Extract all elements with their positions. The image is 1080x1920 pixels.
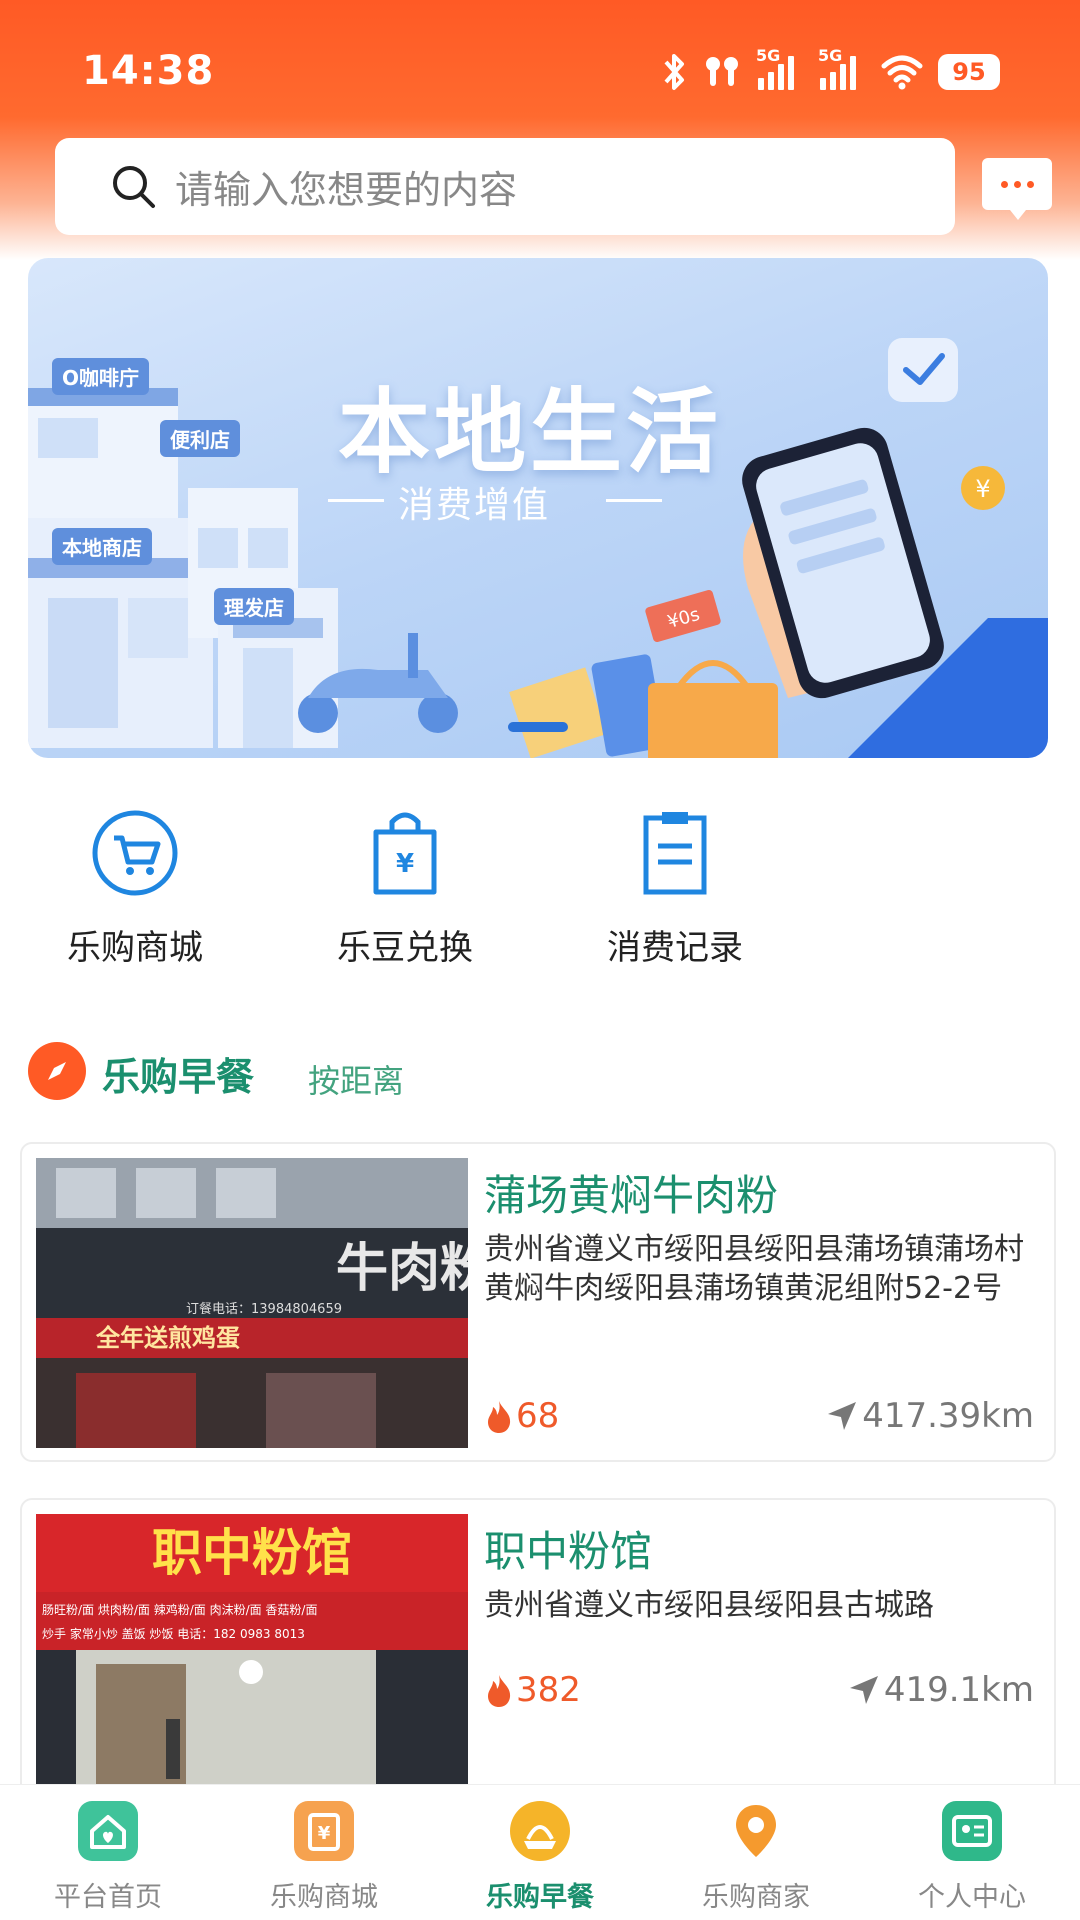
navigation-arrow-icon <box>849 1676 878 1704</box>
search-icon <box>113 165 155 208</box>
banner-shop-tag: 便利店 <box>160 420 240 457</box>
shop-distance: 419.1km <box>848 1670 1034 1710</box>
shop-popularity: 382 <box>484 1670 581 1710</box>
status-bar: 14:38 5G 5G 95 <box>0 0 1080 140</box>
section-title: 乐购早餐 <box>102 1055 255 1099</box>
shop-card[interactable]: 职中粉馆 肠旺粉/面 烘肉粉/面 辣鸡粉/面 肉沫粉/面 香菇粉/面 炒手 家常… <box>20 1498 1056 1828</box>
shop-photo: 牛肉粉 订餐电话：13984804659 全年送煎鸡蛋 <box>36 1158 468 1448</box>
shopping-bag-yen-icon: ¥ <box>373 812 437 895</box>
banner-shop-tag: 本地商店 <box>52 528 152 565</box>
quick-label: 乐豆兑换 <box>337 928 473 968</box>
quick-item-mall[interactable]: 乐购商城 <box>10 808 250 968</box>
compass-icon <box>28 1042 86 1100</box>
status-icons: 5G 5G 95 <box>660 46 1000 96</box>
message-dots-icon <box>1000 180 1008 188</box>
battery-indicator: 95 <box>938 54 1000 90</box>
photo-phone-text: 订餐电话：13984804659 <box>186 1301 342 1317</box>
shop-name: 职中粉馆 <box>484 1527 653 1576</box>
message-bubble-tail <box>1010 210 1026 220</box>
sim1-network-label: 5G <box>756 46 781 65</box>
banner-page-indicator[interactable] <box>508 722 568 732</box>
message-button[interactable] <box>982 158 1052 220</box>
earbuds-icon <box>706 57 738 86</box>
shop-popularity: 68 <box>484 1396 559 1436</box>
message-dot <box>1013 180 1021 188</box>
wifi-icon <box>881 55 923 90</box>
nav-label: 乐购商城 <box>270 1882 378 1913</box>
location-pin-icon <box>726 1801 786 1861</box>
svg-text:¥: ¥ <box>318 1823 331 1844</box>
banner-shop-tag: 理发店 <box>214 588 294 625</box>
photo-banner-text: 全年送煎鸡蛋 <box>95 1324 240 1352</box>
search-input[interactable]: 请输入您想要的内容 <box>55 138 955 235</box>
quick-item-bean-exchange[interactable]: ¥ 乐豆兑换 <box>280 808 520 968</box>
nav-item-home[interactable]: 平台首页 <box>0 1785 216 1920</box>
home-icon <box>78 1801 138 1861</box>
quick-label: 乐购商城 <box>67 928 203 968</box>
shop-distance-value: 417.39km <box>862 1396 1034 1436</box>
breakfast-icon <box>510 1801 570 1861</box>
bottom-nav: 平台首页 ¥ 乐购商城 乐购早餐 乐购商家 个人中心 <box>0 1784 1080 1920</box>
nav-item-profile[interactable]: 个人中心 <box>864 1785 1080 1920</box>
nav-item-merchants[interactable]: 乐购商家 <box>648 1785 864 1920</box>
shop-photo: 职中粉馆 肠旺粉/面 烘肉粉/面 辣鸡粉/面 肉沫粉/面 香菇粉/面 炒手 家常… <box>36 1514 468 1804</box>
photo-sign-text: 职中粉馆 <box>152 1524 352 1582</box>
banner-sub-divider-left <box>328 499 384 502</box>
cart-icon <box>92 810 178 896</box>
navigation-arrow-icon <box>828 1402 857 1430</box>
status-time: 14:38 <box>82 48 215 94</box>
shop-hot-count: 68 <box>516 1396 560 1436</box>
banner-title: 本地生活 <box>338 379 723 486</box>
nav-label: 个人中心 <box>918 1882 1026 1913</box>
photo-sign-text: 牛肉粉 <box>336 1239 468 1299</box>
search-placeholder: 请输入您想要的内容 <box>175 168 518 212</box>
fire-icon <box>488 1675 511 1707</box>
shop-name: 蒲场黄焖牛肉粉 <box>484 1171 779 1220</box>
bluetooth-icon <box>664 54 684 90</box>
clipboard-icon <box>643 812 707 895</box>
mall-icon: ¥ <box>294 1801 354 1861</box>
shop-distance: 417.39km <box>826 1396 1034 1436</box>
promo-banner[interactable]: ¥ ¥0s 本地生活 消费增值 O咖啡庁 便利店 本地商店 理发店 <box>28 258 1048 758</box>
nav-item-breakfast[interactable]: 乐购早餐 <box>432 1785 648 1920</box>
svg-text:¥: ¥ <box>975 475 990 503</box>
banner-sub-divider-right <box>606 499 662 502</box>
quick-label: 消费记录 <box>607 928 743 968</box>
shop-address: 贵州省遵义市绥阳县绥阳县蒲场镇蒲场村黄焖牛肉绥阳县蒲场镇黄泥组附52-2号 <box>484 1232 1024 1306</box>
banner-subtitle: 消费增值 <box>398 485 551 526</box>
nav-label: 平台首页 <box>54 1882 162 1913</box>
signal-sim2-icon: 5G <box>818 46 866 92</box>
fire-icon <box>488 1401 511 1433</box>
app-screen: 14:38 5G 5G 95 请输入您想要的内容 ¥ ¥0s 本地生活 消费增值… <box>0 0 1080 1920</box>
svg-text:¥: ¥ <box>396 849 414 879</box>
nav-label: 乐购早餐 <box>486 1882 594 1913</box>
banner-shop-tag: O咖啡庁 <box>52 358 150 395</box>
sort-by-distance-button[interactable]: 按距离 <box>308 1056 404 1102</box>
quick-item-consumption-record[interactable]: 消费记录 <box>550 808 790 968</box>
nav-label: 乐购商家 <box>702 1882 810 1913</box>
signal-sim1-icon: 5G <box>756 46 804 92</box>
shop-card[interactable]: 牛肉粉 订餐电话：13984804659 全年送煎鸡蛋 蒲场黄焖牛肉粉 贵州省遵… <box>20 1142 1056 1462</box>
nav-item-mall[interactable]: ¥ 乐购商城 <box>216 1785 432 1920</box>
shop-address: 贵州省遵义市绥阳县绥阳县古城路 <box>484 1588 934 1623</box>
shop-distance-value: 419.1km <box>883 1670 1034 1710</box>
photo-sub-text: 炒手 家常小炒 盖饭 炒饭 电话：182 0983 8013 <box>42 1626 305 1641</box>
profile-card-icon <box>942 1801 1002 1861</box>
message-dot <box>1026 180 1034 188</box>
sim2-network-label: 5G <box>818 46 843 65</box>
photo-menu-text: 肠旺粉/面 烘肉粉/面 辣鸡粉/面 肉沫粉/面 香菇粉/面 <box>42 1602 317 1617</box>
shop-hot-count: 382 <box>516 1670 581 1710</box>
